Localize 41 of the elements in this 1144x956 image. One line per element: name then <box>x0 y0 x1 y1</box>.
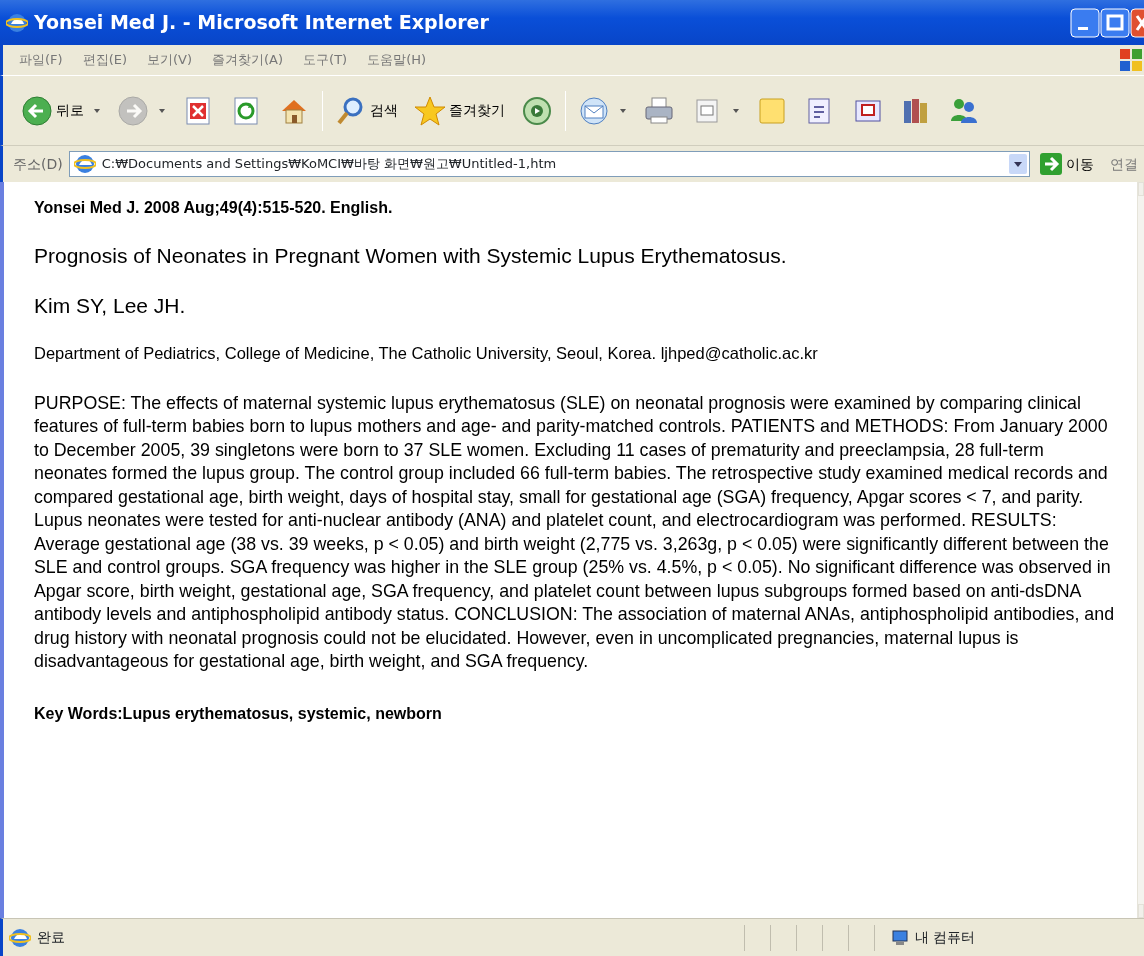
menu-item[interactable]: 도구(T) <box>295 50 356 70</box>
menu-item[interactable]: 보기(V) <box>139 50 201 70</box>
envelope-icon <box>578 94 610 127</box>
windows-logo-icon <box>1118 47 1144 73</box>
citation-text: Yonsei Med J. 2008 Aug;49(4):515-520. English. <box>34 198 394 218</box>
window-title: Yonsei Med J. - Microsoft Internet Explorer <box>34 10 489 36</box>
article-title: Prognosis of Neonates in Pregnant Women with Systemic Lupus Erythematosus. <box>34 243 788 269</box>
page-icon <box>73 153 96 175</box>
caret-icon <box>158 107 166 114</box>
toolbar-button[interactable]: 즐겨찾기 <box>410 92 509 129</box>
media-icon <box>521 94 553 127</box>
caret-icon <box>619 107 627 114</box>
toolbar-button[interactable]: 뒤로 <box>17 92 105 129</box>
address-field[interactable]: C:₩Documents and Settings₩KoMCI₩바탕 화면₩원고₩Untitled-1,htm <box>68 151 1030 177</box>
status-text: 완료 <box>37 928 66 947</box>
caret-icon <box>93 107 101 114</box>
dropdown-button[interactable] <box>1009 154 1027 174</box>
scrollbar[interactable] <box>1137 182 1144 918</box>
abstract-text: PURPOSE: The effects of maternal systemic lupus erythematosus (SLE) on neonatal prognosis were examined by comparing clinical features of full-term babies born to lupus mothers and age- and parity-matched controls. PATIENTS and METHODS: From January 2000 to December 2005, 39 singletons were born to 37 SLE women. Excluding 11 cases of prematurity and preeclampsia, 28 full-term neonates formed the lupus group. The control group included 66 full-term babies. The retrospective study examined medical records and compared gestational age, birth weight, days of hospital stay, small for gestational age (SGA) frequency, Apgar scores < 7, and parity. Lupus neonates were tested for anti-nuclear antibody (ANA) and platelet count, and electrocardiogram was performed. RESULTS: Average gestational age (38 vs. 39 weeks, p < 0.05) and birth weight (2,775 vs. 3,263g, p < 0.05) were significantly different between the SLE and control groups. SGA frequency was higher in the SLE group (25% vs. 4.5%, p < 0.05). No significant difference was observed in Apgar score, birth weight, gestational age, SGA frequency, and platelet count between lupus subgroups formed based on anti-dsDNA antibody levels and antiphospholipid antibody status. CONCLUSION: The association of maternal ANAs, antiphospholipid antibodies, and drug history with neonatal prognosis could not be elucidated. However, even in uncomplicated pregnancies, maternal lupus is disadvantageous for gestational age, birth weight, and SGA frequency. <box>34 391 1116 674</box>
go-button[interactable]: 이동 <box>1036 153 1098 175</box>
zone-text: 내 컴퓨터 <box>915 928 976 947</box>
maximize-button[interactable] <box>1100 7 1130 38</box>
browser-icon <box>6 11 28 34</box>
caret-icon <box>732 107 740 114</box>
menu-item[interactable]: 즐겨찾기(A) <box>204 50 292 70</box>
page-icon <box>9 926 31 949</box>
printer-icon <box>643 94 675 127</box>
menu-item[interactable]: 파일(F) <box>11 50 71 70</box>
close-button[interactable] <box>1130 7 1144 38</box>
go-arrow-icon <box>1040 153 1062 175</box>
menu-item[interactable]: 편집(E) <box>74 50 135 70</box>
affiliation-text: Department of Pediatrics, College of Medicine, The Catholic University, Seoul, Korea. ljhped@catholic.ac.kr <box>34 343 819 364</box>
menu-item[interactable]: 도움말(H) <box>359 50 435 70</box>
toolbar-button[interactable]: 검색 <box>331 92 402 129</box>
keywords-text: Key Words:Lupus erythematosus, systemic, newborn <box>34 703 443 724</box>
authors-text: Kim SY, Lee JH. <box>34 292 187 319</box>
computer-icon <box>891 928 909 947</box>
address-label: 주소(D) <box>13 154 63 174</box>
star-icon <box>414 94 446 127</box>
minimize-button[interactable] <box>1070 7 1100 38</box>
links-button[interactable]: 연결 <box>1104 153 1144 175</box>
